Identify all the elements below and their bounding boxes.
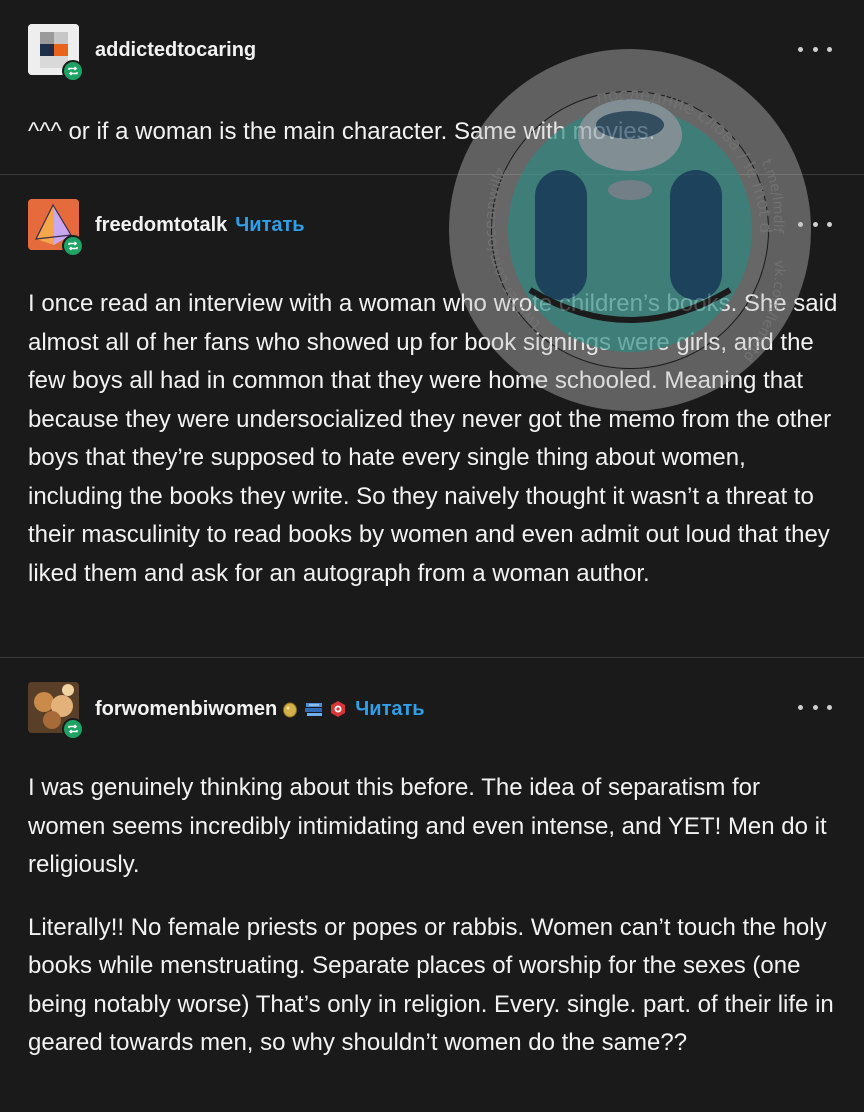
username[interactable]: freedomtotalk: [95, 214, 227, 237]
paragraph: Literally!! No female priests or popes o…: [28, 913, 834, 1057]
follow-button[interactable]: Читать: [235, 214, 304, 237]
post-addictedtocaring: addictedtocaring ^^^ or if a woman is th…: [0, 0, 864, 174]
post-header: forwomenbiwomen Читать: [95, 696, 425, 722]
reblog-icon: [62, 60, 84, 82]
post-body: I once read an interview with a woman wh…: [28, 285, 844, 593]
post-forwomenbiwomen: forwomenbiwomen Читать I was genuinely t…: [0, 658, 864, 1112]
paragraph: I was genuinely thinking about this befo…: [28, 774, 827, 878]
post-freedomtotalk: freedomtotalk Читать I once read an inte…: [0, 175, 864, 657]
paragraph: ^^^ or if a woman is the main character.…: [28, 118, 656, 145]
more-options-icon[interactable]: [798, 39, 832, 59]
post-body: ^^^ or if a woman is the main character.…: [28, 113, 844, 152]
post-body: I was genuinely thinking about this befo…: [28, 769, 844, 1063]
reblog-icon: [62, 718, 84, 740]
more-options-icon[interactable]: [798, 214, 832, 234]
username[interactable]: addictedtocaring: [95, 39, 256, 62]
more-options-icon[interactable]: [798, 697, 832, 717]
post-header: freedomtotalk Читать: [95, 212, 305, 238]
paragraph: I once read an interview with a woman wh…: [28, 290, 838, 587]
reblog-icon: [62, 235, 84, 257]
books-badge-icon: [303, 700, 325, 718]
post-header: addictedtocaring: [95, 37, 256, 63]
gold-egg-badge-icon: [281, 700, 299, 718]
username[interactable]: forwomenbiwomen: [95, 698, 277, 721]
hexagon-badge-icon: [329, 700, 347, 718]
follow-button[interactable]: Читать: [355, 698, 424, 721]
